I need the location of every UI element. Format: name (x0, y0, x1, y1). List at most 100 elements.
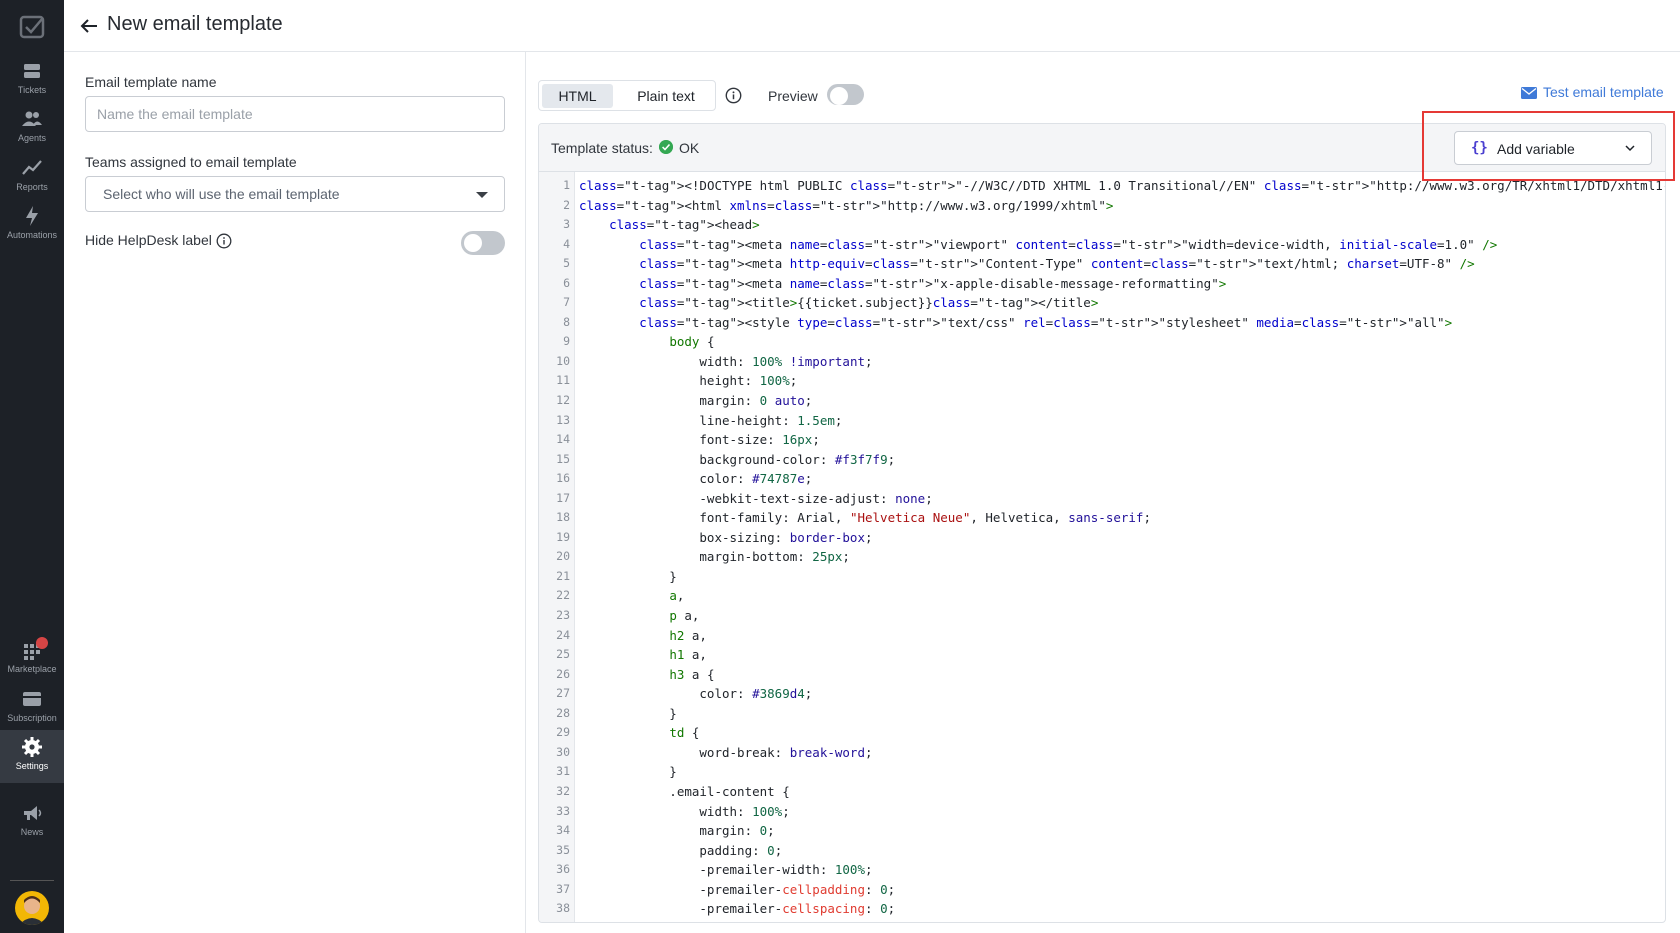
code-text: class="t-tag"><html xmlns=class="t-str">… (579, 197, 1114, 213)
code-line[interactable]: 19 box-sizing: border-box; (539, 528, 1665, 548)
code-line[interactable]: 9 body { (539, 332, 1665, 352)
avatar[interactable] (15, 891, 49, 925)
sidebar-item-label: News (20, 827, 44, 837)
back-arrow-icon[interactable] (78, 15, 100, 37)
code-line[interactable]: 30 word-break: break-word; (539, 743, 1665, 763)
code-line[interactable]: 18 font-family: Arial, "Helvetica Neue",… (539, 508, 1665, 528)
code-text: a, (669, 588, 685, 604)
preview-toggle[interactable] (827, 84, 864, 105)
code-text: font-family: Arial, "Helvetica Neue", He… (579, 510, 1151, 526)
line-number: 5 (563, 256, 570, 271)
line-number: 7 (563, 295, 570, 310)
sidebar-item-tickets[interactable]: Tickets (0, 58, 64, 108)
code-line[interactable]: 13 line-height: 1.5em; (539, 411, 1665, 431)
code-line[interactable]: 5 class="t-tag"><meta http-equiv=class="… (539, 254, 1665, 274)
notification-badge (36, 637, 48, 649)
code-line[interactable]: 34 margin: 0; (539, 821, 1665, 841)
code-text: font-size: 16px; (579, 432, 820, 448)
line-number: 20 (556, 549, 570, 564)
code-line[interactable]: 38 -premailer-cellspacing: 0; (539, 899, 1665, 919)
code-line[interactable]: 21 } (539, 567, 1665, 587)
code-line[interactable]: 22 a, (539, 586, 1665, 606)
code-text: } (579, 568, 677, 584)
code-editor[interactable]: Template status: OK {} Add variable 1 cla… (538, 123, 1666, 923)
code-line[interactable]: 33 width: 100%; (539, 802, 1665, 822)
code-line[interactable]: 4 class="t-tag"><meta name=class="t-str"… (539, 235, 1665, 255)
code-line[interactable]: 31 } (539, 762, 1665, 782)
line-number: 21 (556, 568, 570, 583)
sidebar: Tickets Agents Reports Automations Marke… (0, 0, 64, 933)
code-text: td { (669, 725, 700, 741)
settings-icon (22, 737, 42, 757)
code-text: class="t-tag"><meta http-equiv=class="t-… (639, 256, 1475, 272)
code-line[interactable]: 25 h1 a, (539, 645, 1665, 665)
tab-plain-text[interactable]: Plain text (619, 84, 713, 108)
code-text: margin-bottom: 25px; (579, 549, 850, 565)
code-line[interactable]: 2 class="t-tag"><html xmlns=class="t-str"… (539, 196, 1665, 216)
line-number: 2 (563, 197, 570, 212)
code-line[interactable]: 3 class="t-tag"><head> (539, 215, 1665, 235)
line-number: 17 (556, 490, 570, 505)
code-text: margin: 0 auto; (579, 393, 813, 409)
code-line[interactable]: 23 p a, (539, 606, 1665, 626)
envelope-icon[interactable] (1521, 87, 1537, 99)
code-line[interactable]: 20 margin-bottom: 25px; (539, 547, 1665, 567)
code-line[interactable]: 24 h2 a, (539, 626, 1665, 646)
line-number: 38 (556, 901, 570, 916)
test-email-link[interactable]: Test email template (1543, 84, 1664, 100)
code-text: padding: 0; (579, 842, 783, 858)
sidebar-item-marketplace[interactable]: Marketplace (0, 637, 64, 687)
news-icon (24, 806, 42, 820)
code-line[interactable]: 7 class="t-tag"><title>{{ticket.subject}… (539, 293, 1665, 313)
line-number: 8 (563, 314, 570, 329)
code-text: body { (669, 334, 715, 350)
code-text: h3 a { (669, 666, 715, 682)
code-line[interactable]: 27 color: #3869d4; (539, 684, 1665, 704)
code-line[interactable]: 16 color: #74787e; (539, 469, 1665, 489)
line-number: 1 (563, 178, 570, 192)
sidebar-item-label: Automations (6, 230, 58, 240)
code-line[interactable]: 32 .email-content { (539, 782, 1665, 802)
line-number: 6 (563, 275, 570, 290)
sidebar-item-subscription[interactable]: Subscription (0, 686, 64, 736)
code-text: -premailer-width: 100%; (579, 862, 873, 878)
code-line[interactable]: 11 height: 100%; (539, 371, 1665, 391)
hide-label-text: Hide HelpDesk label (85, 232, 212, 248)
line-number: 19 (556, 529, 570, 544)
code-line[interactable]: 8 class="t-tag"><style type=class="t-str… (539, 313, 1665, 333)
code-text: word-break: break-word; (579, 744, 873, 760)
caret-down-icon (476, 192, 488, 198)
code-line[interactable]: 26 h3 a { (539, 665, 1665, 685)
code-line[interactable]: 29 td { (539, 723, 1665, 743)
teams-select[interactable]: Select who will use the email template (85, 176, 505, 212)
code-line[interactable]: 37 -premailer-cellpadding: 0; (539, 880, 1665, 900)
code-line[interactable]: 15 background-color: #f3f7f9; (539, 450, 1665, 470)
code-line[interactable]: 17 -webkit-text-size-adjust: none; (539, 489, 1665, 509)
sidebar-item-automations[interactable]: Automations (0, 203, 64, 253)
info-icon[interactable] (216, 233, 232, 249)
code-line[interactable]: 36 -premailer-width: 100%; (539, 860, 1665, 880)
code-line[interactable]: 28 } (539, 704, 1665, 724)
code-text: .email-content { (579, 783, 790, 799)
code-text: } (579, 705, 677, 721)
sidebar-item-news[interactable]: News (0, 800, 64, 850)
code-lines[interactable]: 1 class="t-tag"><!DOCTYPE html PUBLIC cla… (539, 176, 1665, 919)
reports-icon (22, 160, 42, 175)
line-number: 14 (556, 432, 570, 447)
sidebar-item-reports[interactable]: Reports (0, 155, 64, 205)
code-line[interactable]: 12 margin: 0 auto; (539, 391, 1665, 411)
info-icon[interactable] (725, 87, 742, 104)
helpdesk-logo-icon[interactable] (18, 14, 46, 40)
sidebar-item-agents[interactable]: Agents (0, 106, 64, 156)
code-text: width: 100% !important; (579, 353, 873, 369)
template-name-input[interactable]: Name the email template (85, 96, 505, 132)
code-line[interactable]: 35 padding: 0; (539, 841, 1665, 861)
line-number: 36 (556, 862, 570, 877)
code-line[interactable]: 6 class="t-tag"><meta name=class="t-str"… (539, 274, 1665, 294)
template-name-label: Email template name (85, 74, 217, 90)
code-line[interactable]: 14 font-size: 16px; (539, 430, 1665, 450)
sidebar-item-settings[interactable]: Settings (0, 730, 64, 783)
tab-html[interactable]: HTML (542, 84, 613, 108)
code-line[interactable]: 10 width: 100% !important; (539, 352, 1665, 372)
hide-label-toggle[interactable] (461, 231, 505, 255)
